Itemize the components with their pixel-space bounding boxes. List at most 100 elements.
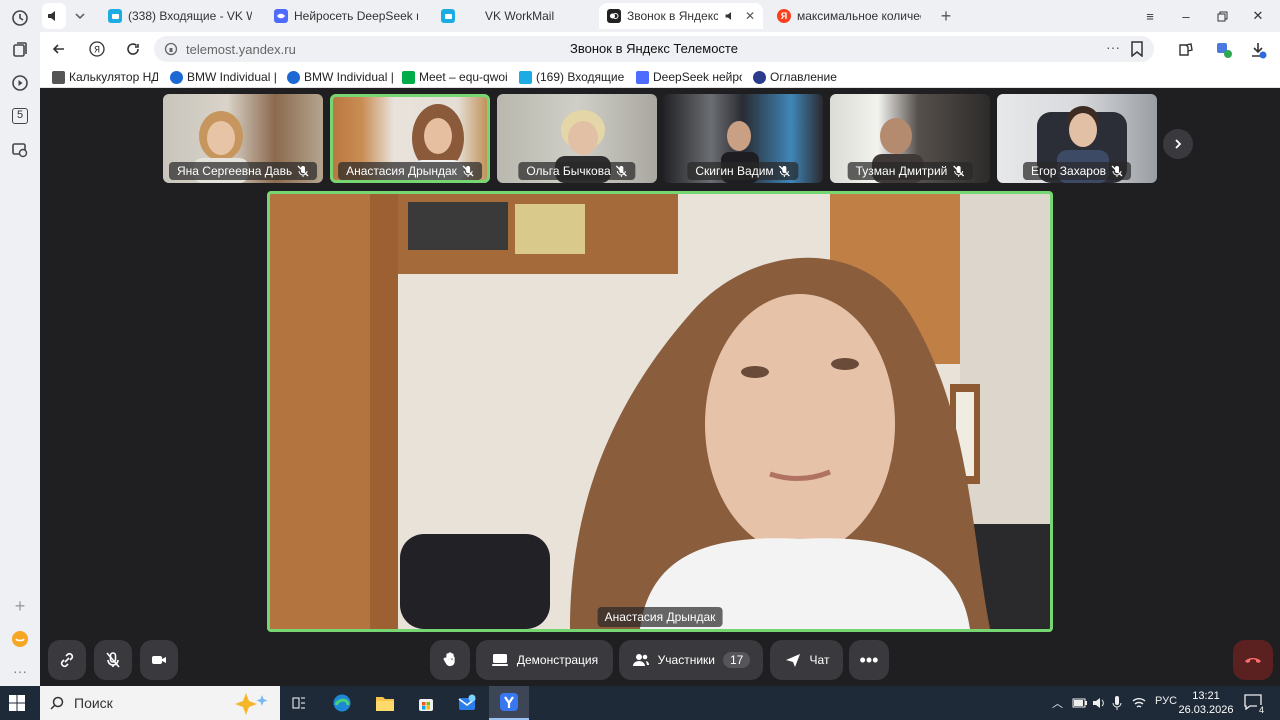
participant-tile[interactable]: Тузман Дмитрий xyxy=(830,94,990,183)
add-icon[interactable]: + xyxy=(8,594,32,618)
video-icon[interactable] xyxy=(8,71,32,95)
telemost-call-area: Яна Сергеевна Давыдова Анастасия Дрындак… xyxy=(40,88,1280,686)
tab-speaker-icon[interactable] xyxy=(724,10,735,22)
bookmark-contents[interactable]: Оглавление xyxy=(753,69,863,85)
mail-app-icon[interactable] xyxy=(454,690,480,716)
system-clock[interactable]: 13:21 26.03.2026 xyxy=(1176,689,1236,717)
mic-off-icon xyxy=(616,165,628,177)
bookmark-nds-calculator[interactable]: Калькулятор НДС xyxy=(52,69,158,85)
tab-audio-icon[interactable] xyxy=(42,3,66,29)
browser-menu-icon[interactable]: ≡ xyxy=(1138,6,1162,26)
tab-close-icon[interactable]: ✕ xyxy=(745,9,755,23)
bookmark-vk-inbox[interactable]: (169) Входящие - VK xyxy=(519,69,625,85)
edge-icon[interactable] xyxy=(329,690,355,716)
tab-vk-workmail-inbox[interactable]: (338) Входящие - VK WorkMail xyxy=(100,3,260,29)
browser-sidebar: 5 + ··· xyxy=(0,0,40,686)
camera-toggle-button[interactable] xyxy=(140,640,178,680)
store-icon[interactable] xyxy=(413,690,439,716)
participant-tile[interactable]: Яна Сергеевна Давыдова xyxy=(163,94,323,183)
volume-icon[interactable] xyxy=(1092,696,1106,710)
next-participants-button[interactable] xyxy=(1163,129,1193,159)
participants-count-badge: 17 xyxy=(722,652,751,668)
extensions-icon[interactable] xyxy=(1176,40,1196,60)
task-view-icon[interactable] xyxy=(286,690,312,716)
end-call-button[interactable] xyxy=(1233,640,1273,680)
tab-telemost-call[interactable]: Звонок в Яндекс Телемосте ✕ xyxy=(599,3,763,29)
yandex-browser-taskbar-icon[interactable] xyxy=(489,686,529,720)
tab-deepseek[interactable]: Нейросеть DeepSeek на русском xyxy=(266,3,426,29)
send-icon xyxy=(785,654,800,667)
svg-text:Я: Я xyxy=(94,46,100,56)
wifi-icon[interactable] xyxy=(1132,696,1146,710)
bmw-icon xyxy=(170,70,183,84)
input-language[interactable]: РУС xyxy=(1155,695,1177,707)
bookmark-bmw-2[interactable]: BMW Individual | BMW xyxy=(287,69,393,85)
mic-off-icon xyxy=(106,652,120,668)
microphone-tray-icon[interactable] xyxy=(1112,695,1122,711)
new-tab-button[interactable]: + xyxy=(936,6,956,26)
downloads-icon[interactable] xyxy=(1248,40,1268,60)
back-button[interactable] xyxy=(48,38,70,60)
main-speaker-video[interactable]: Анастасия Дрындак xyxy=(267,191,1053,632)
mic-off-icon xyxy=(779,165,791,177)
screen-share-button[interactable]: Демонстрация xyxy=(476,640,613,680)
more-icon[interactable]: ··· xyxy=(8,659,32,683)
notifications-button[interactable]: 4 xyxy=(1244,694,1266,715)
address-bar[interactable]: telemost.yandex.ru Звонок в Яндекс Телем… xyxy=(154,36,1154,62)
counter-badge-icon[interactable]: 5 xyxy=(8,104,32,128)
participant-tile[interactable]: Скигин Вадим xyxy=(663,94,823,183)
speaker-name-tag: Анастасия Дрындак xyxy=(597,607,723,627)
participant-name-tag: Ольга Бычкова xyxy=(518,162,636,180)
vk-workmail-icon xyxy=(108,9,122,23)
bookmark-deepseek[interactable]: DeepSeek нейросеть xyxy=(636,69,742,85)
notifications-count: 4 xyxy=(1256,705,1266,715)
page-more-icon[interactable]: ··· xyxy=(1106,39,1120,55)
battery-icon[interactable] xyxy=(1072,697,1088,709)
close-window-icon[interactable]: ✕ xyxy=(1246,6,1270,26)
telemost-icon xyxy=(607,9,621,23)
assistant-icon[interactable] xyxy=(8,627,32,651)
raise-hand-button[interactable] xyxy=(430,640,470,680)
file-explorer-icon[interactable] xyxy=(372,690,398,716)
minimize-icon[interactable]: – xyxy=(1174,6,1198,26)
vk-workmail-icon xyxy=(519,70,532,84)
camera-icon xyxy=(152,656,166,664)
tab-vk-workmail[interactable]: VK WorkMail xyxy=(433,3,593,29)
chat-button[interactable]: Чат xyxy=(770,640,843,680)
reload-button[interactable] xyxy=(122,38,144,60)
meet-icon xyxy=(402,70,415,84)
screenshot-icon[interactable] xyxy=(8,138,32,162)
sparkles-icon xyxy=(235,693,268,715)
microphone-toggle-button[interactable] xyxy=(94,640,132,680)
participant-tile[interactable]: Егор Захаров xyxy=(997,94,1157,183)
hang-up-icon xyxy=(1245,658,1261,663)
vk-workmail-icon xyxy=(441,9,455,23)
bookmark-meet[interactable]: Meet – equ-qwoi-xyz xyxy=(402,69,508,85)
bookmark-bmw-1[interactable]: BMW Individual | BMW xyxy=(170,69,276,85)
participants-button[interactable]: Участники 17 xyxy=(619,640,763,680)
tray-chevron-up-icon[interactable]: ︿ xyxy=(1052,695,1063,711)
mic-off-icon xyxy=(297,165,309,177)
hand-icon xyxy=(443,652,455,667)
link-icon xyxy=(60,652,74,668)
tab-list-chevron-icon[interactable] xyxy=(70,3,92,29)
taskbar-search[interactable]: Поиск xyxy=(40,686,280,720)
translate-icon[interactable] xyxy=(1214,40,1234,60)
windows-taskbar: Поиск ︿ РУС 13:21 26.03.2026 4 xyxy=(0,686,1280,720)
participant-tile-active[interactable]: Анастасия Дрындак xyxy=(330,94,490,183)
more-options-button[interactable]: ••• xyxy=(849,640,889,680)
windows-start-icon[interactable] xyxy=(8,694,26,712)
calculator-icon xyxy=(52,70,65,84)
restore-icon[interactable] xyxy=(1210,6,1234,26)
tab-yandex-search[interactable]: Я максимальное количество xyxy=(769,3,929,29)
copy-link-button[interactable] xyxy=(48,640,86,680)
participant-name-tag: Яна Сергеевна Давыдова xyxy=(169,162,317,180)
history-icon[interactable] xyxy=(8,6,32,30)
mic-off-icon xyxy=(1111,165,1123,177)
participants-icon xyxy=(632,654,649,666)
yandex-icon: Я xyxy=(777,9,791,23)
participant-tile[interactable]: Ольга Бычкова xyxy=(497,94,657,183)
bookmark-icon[interactable] xyxy=(1130,41,1144,57)
yandex-home-button[interactable]: Я xyxy=(86,38,108,60)
collections-icon[interactable] xyxy=(8,38,32,62)
